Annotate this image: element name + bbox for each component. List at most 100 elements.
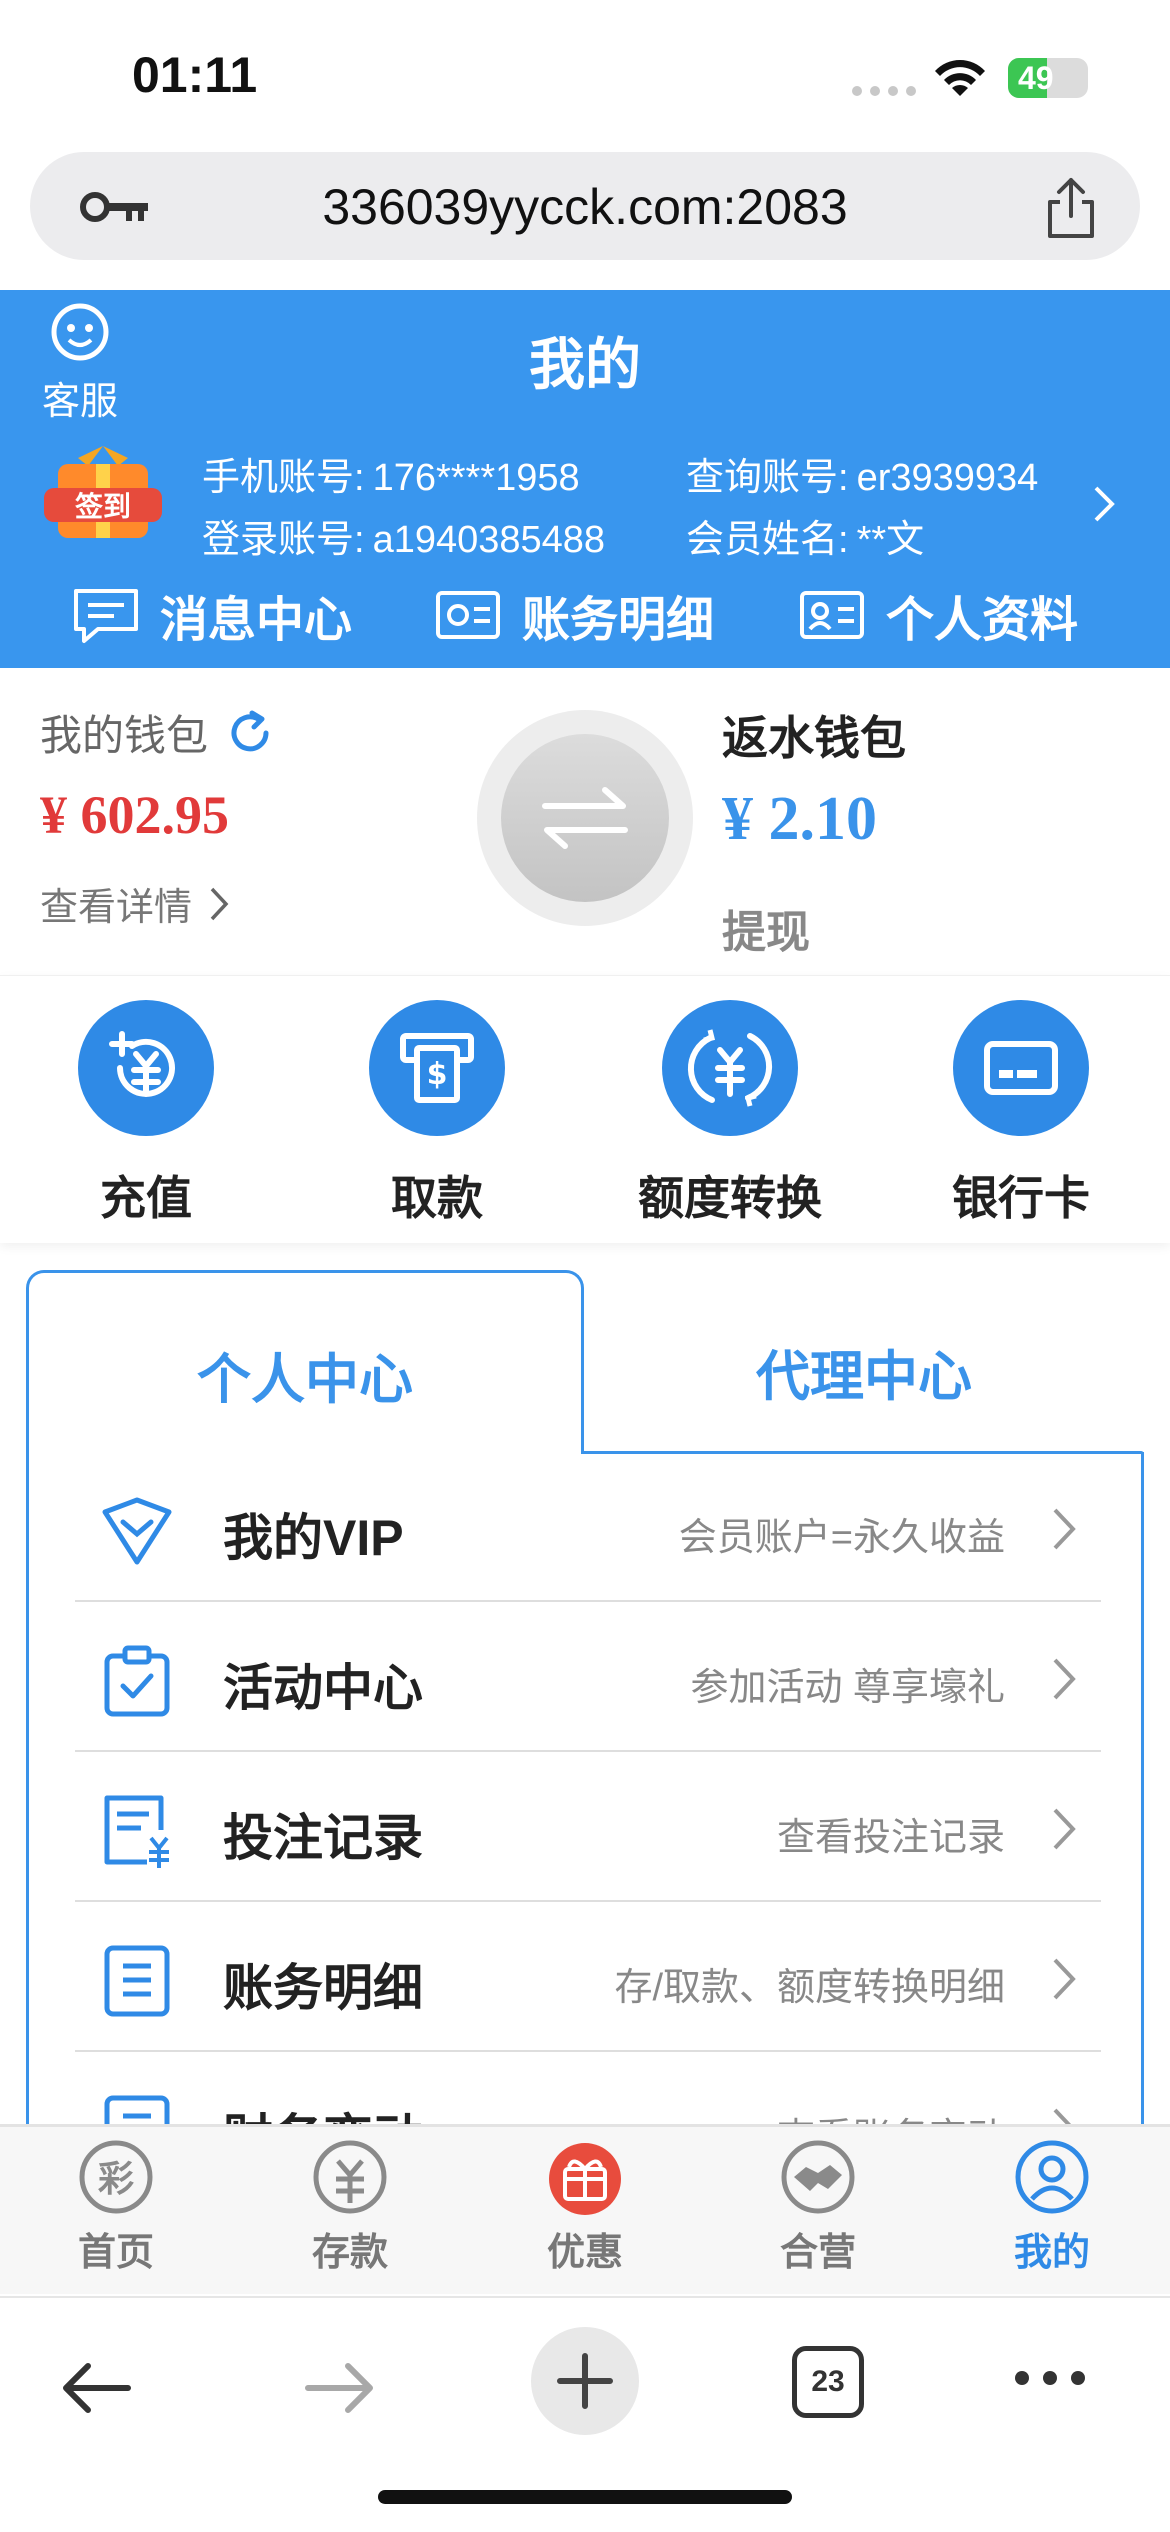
bet-record-icon [104, 1795, 169, 1868]
bank-card-button[interactable]: 银行卡 [921, 1000, 1121, 1228]
message-icon [74, 589, 138, 643]
tab-home[interactable]: 彩 首页 [36, 2137, 196, 2276]
quota-transfer-icon [687, 1029, 773, 1107]
wifi-icon [935, 60, 985, 96]
tabs-count-button[interactable]: 23 [792, 2346, 864, 2418]
page-title: 我的 [529, 333, 641, 396]
menu-item-title: 账务明细 [223, 1960, 423, 2016]
back-arrow-icon[interactable] [58, 2358, 132, 2418]
view-details-label: 查看详情 [40, 887, 193, 929]
menu-item-vip[interactable]: 我的VIP 会员账户=永久收益 [75, 1452, 1101, 1602]
chevron-right-icon[interactable] [1090, 482, 1118, 526]
center-panel: 个人中心 代理中心 我的VIP 会员账户=永久收益 活动中心 参加活动 尊享壕礼 [26, 1270, 1144, 2167]
my-wallet-amount: ¥ 602.95 [40, 785, 229, 845]
swap-arrows-icon [542, 787, 628, 849]
rebate-wallet-amount: ¥ 2.10 [722, 785, 877, 853]
chevron-right-icon [1053, 1658, 1076, 1700]
tab-personal-label: 个人中心 [197, 1350, 413, 1410]
wallet-section: 我的钱包 ¥ 602.95 查看详情 返水钱包 ¥ 2.10 提现 [0, 668, 1170, 968]
message-center-label: 消息中心 [160, 594, 353, 647]
wallet-transfer-button[interactable] [477, 710, 693, 926]
handshake-icon [781, 2140, 855, 2214]
menu-item-desc: 会员账户=永久收益 [678, 1517, 1005, 1559]
signal-icon [852, 86, 916, 96]
url-text[interactable]: 336039yycck.com:2083 [30, 178, 1140, 236]
tab-promotions[interactable]: 优惠 [505, 2137, 665, 2276]
tab-partnership[interactable]: 合营 [738, 2137, 898, 2276]
menu-item-desc: 存/取款、额度转换明细 [614, 1967, 1005, 2009]
menu-item-bet-record[interactable]: 投注记录 查看投注记录 [75, 1752, 1101, 1902]
refresh-icon[interactable] [226, 709, 274, 757]
quota-transfer-label: 额度转换 [638, 1172, 822, 1224]
tab-partnership-label: 合营 [779, 2232, 856, 2274]
user-icon [1015, 2140, 1089, 2214]
rebate-wallet-label: 返水钱包 [722, 712, 906, 764]
action-row: 充值 $ 取款 额度转换 银行卡 [0, 975, 1170, 1243]
deposit-button[interactable]: 充值 [46, 1000, 246, 1228]
home-indicator [378, 2490, 792, 2504]
tab-agent-label: 代理中心 [756, 1347, 972, 1407]
tab-mine-label: 我的 [1013, 2232, 1090, 2274]
new-tab-button[interactable] [530, 2326, 640, 2436]
tab-agent-center[interactable]: 代理中心 [584, 1270, 1144, 1454]
bank-card-icon [984, 1041, 1058, 1095]
query-account: 查询账号: er3939934 [686, 457, 1039, 499]
tab-personal-center[interactable]: 个人中心 [26, 1270, 584, 1454]
deposit-label: 充值 [100, 1172, 192, 1224]
battery-icon: 49 [1008, 58, 1088, 98]
atm-icon: $ [400, 1033, 474, 1103]
bank-card-label: 银行卡 [952, 1172, 1090, 1224]
member-name: 会员姓名: **文 [686, 519, 925, 561]
menu-item-activity[interactable]: 活动中心 参加活动 尊享壕礼 [75, 1602, 1101, 1752]
withdraw-label: 取款 [391, 1172, 483, 1224]
chevron-right-icon [210, 887, 229, 920]
account-details-button[interactable]: 账务明细 [432, 580, 714, 650]
svg-text:签到: 签到 [75, 490, 131, 523]
tab-promotions-label: 优惠 [546, 2232, 623, 2274]
message-center-button[interactable]: 消息中心 [70, 580, 352, 650]
my-wallet-label: 我的钱包 [40, 712, 209, 759]
menu-item-account-details[interactable]: 账务明细 存/取款、额度转换明细 [75, 1902, 1101, 2052]
yen-coin-icon [313, 2140, 387, 2214]
account-icon [436, 591, 500, 639]
battery-level: 49 [1018, 60, 1054, 96]
address-bar[interactable]: 336039yycck.com:2083 [30, 152, 1140, 260]
bottom-tab-bar: 彩 首页 存款 优惠 合营 我的 [0, 2124, 1170, 2294]
forward-arrow-icon[interactable] [304, 2358, 378, 2418]
menu-list: 我的VIP 会员账户=永久收益 活动中心 参加活动 尊享壕礼 投注记录 查看投注… [26, 1452, 1144, 2167]
more-icon[interactable] [1012, 2368, 1088, 2388]
status-bar: 01:11 49 [0, 0, 1170, 150]
status-time: 01:11 [132, 47, 258, 103]
tab-home-label: 首页 [77, 2232, 154, 2274]
view-details-link[interactable]: 查看详情 [40, 876, 230, 931]
tab-deposit[interactable]: 存款 [270, 2137, 430, 2276]
svg-text:$: $ [427, 1057, 448, 1092]
vip-icon [102, 1497, 172, 1565]
tab-deposit-label: 存款 [311, 2232, 388, 2274]
login-account: 登录账号: a1940385488 [202, 519, 606, 561]
browser-toolbar: 23 [0, 2296, 1170, 2532]
menu-item-desc: 查看投注记录 [776, 1817, 1005, 1859]
gift-icon [549, 2143, 621, 2215]
clipboard-icon [104, 1645, 170, 1717]
profile-button[interactable]: 个人资料 [796, 580, 1078, 650]
menu-item-title: 投注记录 [223, 1810, 423, 1866]
chevron-right-icon [1053, 1958, 1076, 2000]
lottery-icon: 彩 [79, 2140, 153, 2214]
menu-item-desc: 参加活动 尊享壕礼 [690, 1667, 1005, 1709]
signin-badge[interactable]: 签到 [40, 436, 166, 546]
quota-transfer-button[interactable]: 额度转换 [630, 1000, 830, 1228]
chevron-right-icon [1053, 1808, 1076, 1850]
share-icon[interactable] [1042, 176, 1100, 240]
tab-mine[interactable]: 我的 [972, 2137, 1132, 2276]
my-wallet: 我的钱包 [40, 702, 274, 763]
svg-text:彩: 彩 [98, 2159, 134, 2200]
deposit-icon [109, 1031, 175, 1097]
menu-item-title: 活动中心 [223, 1660, 423, 1716]
id-card-icon [800, 591, 864, 639]
withdraw-action-button[interactable]: $ 取款 [337, 1000, 537, 1228]
chevron-right-icon [1053, 1508, 1076, 1550]
withdraw-button[interactable]: 提现 [722, 896, 810, 960]
phone-account: 手机账号: 176****1958 [202, 457, 580, 499]
profile-label: 个人资料 [886, 594, 1079, 647]
